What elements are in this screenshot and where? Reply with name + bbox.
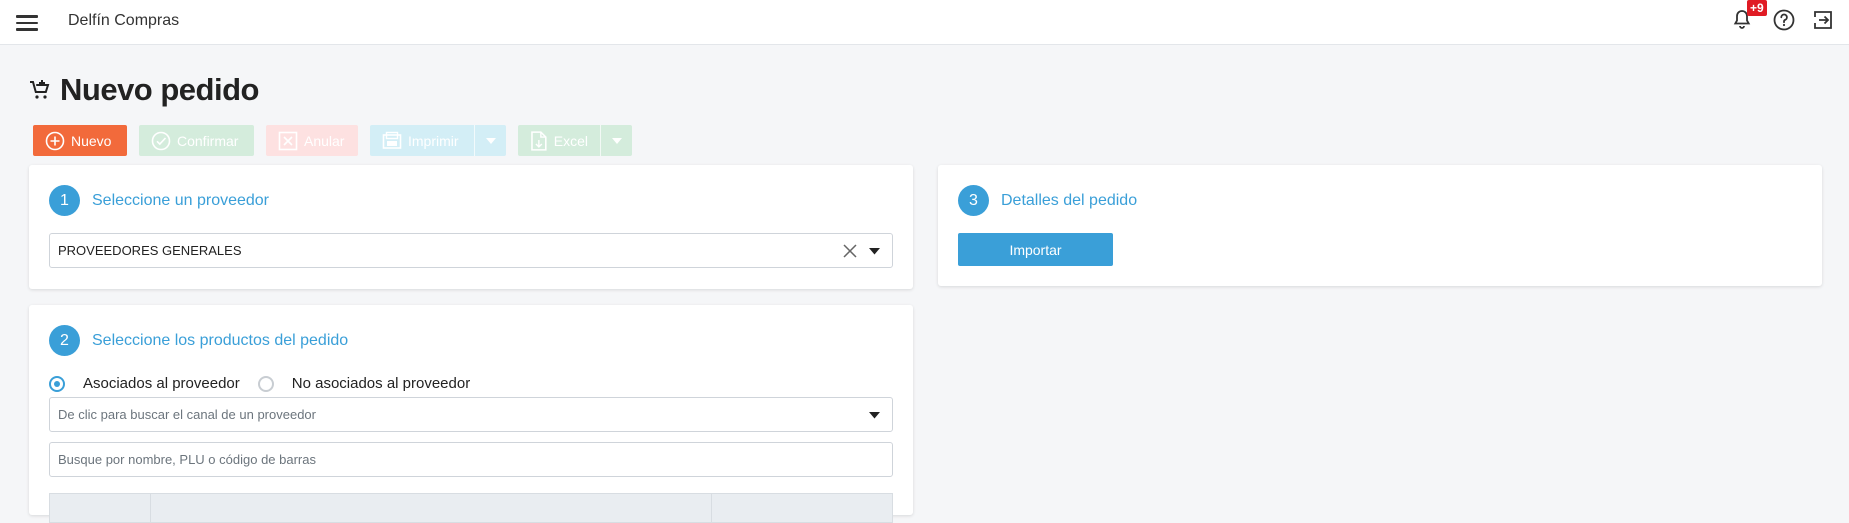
cart-icon (30, 80, 50, 99)
products-table-header (49, 493, 893, 523)
nuevo-label: Nuevo (71, 132, 112, 149)
step-title: Seleccione los productos del pedido (92, 331, 349, 349)
confirmar-button[interactable]: Confirmar (139, 125, 254, 156)
excel-button[interactable]: Excel (518, 125, 600, 156)
excel-file-icon (531, 130, 547, 151)
search-placeholder: Busque por nombre, PLU o código de barra… (58, 452, 316, 467)
chevron-down-icon[interactable] (869, 412, 880, 419)
imprimir-split-button: Imprimir (370, 125, 506, 156)
product-search-input[interactable]: Busque por nombre, PLU o código de barra… (49, 442, 893, 477)
close-icon[interactable] (842, 243, 858, 259)
order-details-card: 3 Detalles del pedido Importar (938, 165, 1822, 286)
step-1-header: 1 Seleccione un proveedor (49, 185, 269, 216)
excel-split-button: Excel (518, 125, 632, 156)
step-3-header: 3 Detalles del pedido (958, 185, 1137, 216)
chevron-down-icon[interactable] (869, 248, 880, 255)
imprimir-button[interactable]: Imprimir (370, 125, 474, 156)
radio-label: Asociados al proveedor (83, 375, 240, 392)
channel-placeholder: De clic para buscar el canal de un prove… (58, 407, 316, 422)
excel-dropdown-toggle[interactable] (600, 125, 632, 156)
supplier-selected-value: PROVEEDORES GENERALES (58, 243, 242, 258)
logout-icon[interactable] (1811, 8, 1835, 32)
step-title: Detalles del pedido (1001, 191, 1138, 209)
anular-label: Anular (304, 132, 345, 149)
step-number: 2 (49, 325, 80, 356)
excel-label: Excel (553, 132, 588, 149)
check-circle-icon (151, 131, 171, 150)
x-box-icon (278, 131, 298, 150)
importar-button[interactable]: Importar (958, 233, 1113, 266)
print-icon (382, 131, 402, 149)
supplier-card: 1 Seleccione un proveedor PROVEEDORES GE… (29, 165, 913, 289)
radio-associated[interactable] (49, 375, 65, 392)
step-number: 1 (49, 185, 80, 216)
step-2-header: 2 Seleccione los productos del pedido (49, 325, 348, 356)
supplier-select[interactable]: PROVEEDORES GENERALES (49, 233, 893, 268)
radio-not-associated[interactable] (257, 375, 274, 392)
app-title: Delfín Compras (68, 12, 180, 29)
imprimir-label: Imprimir (408, 132, 459, 149)
notification-badge: +9 (1747, 0, 1767, 16)
nuevo-button[interactable]: Nuevo (33, 125, 127, 156)
page-header: Nuevo pedido (28, 70, 259, 110)
products-card: 2 Seleccione los productos del pedido As… (29, 305, 913, 523)
top-bar: Delfín Compras +9 (0, 0, 1849, 45)
menu-icon[interactable] (16, 12, 38, 32)
table-column-divider (150, 494, 151, 522)
chevron-down-icon (611, 137, 622, 144)
radio-label: No asociados al proveedor (291, 375, 471, 392)
action-toolbar: Nuevo Confirmar Anular Imprimir Excel (33, 125, 644, 156)
association-radio-group: Asociados al proveedor No asociados al p… (49, 375, 488, 392)
page-title: Nuevo pedido (60, 72, 259, 107)
anular-button[interactable]: Anular (266, 125, 358, 156)
chevron-down-icon (485, 137, 496, 144)
help-icon[interactable] (1772, 8, 1796, 32)
step-number: 3 (958, 185, 989, 216)
imprimir-dropdown-toggle[interactable] (474, 125, 506, 156)
plus-circle-icon (45, 131, 65, 150)
confirmar-label: Confirmar (177, 132, 239, 149)
table-column-divider (711, 494, 712, 522)
channel-select[interactable]: De clic para buscar el canal de un prove… (49, 397, 893, 432)
step-title: Seleccione un proveedor (92, 191, 270, 209)
